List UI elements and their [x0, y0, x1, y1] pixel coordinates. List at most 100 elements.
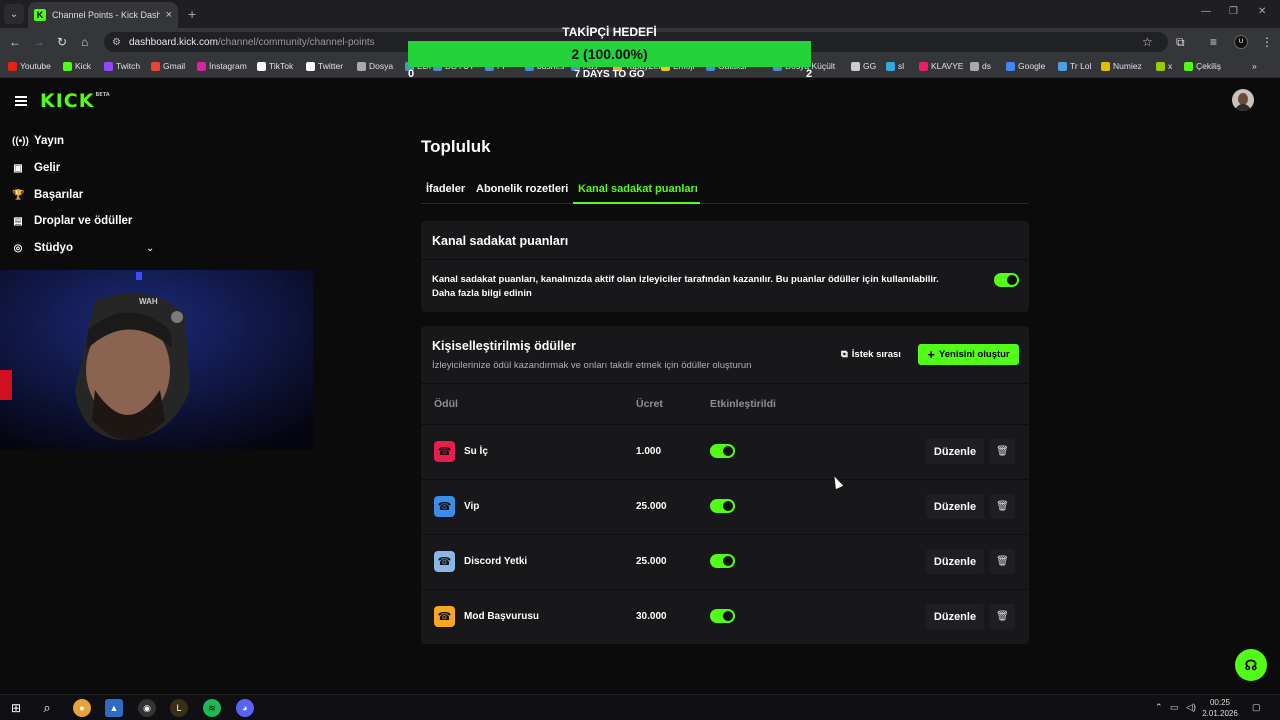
chrome-icon[interactable]: ● — [73, 699, 91, 717]
tab-search-icon[interactable]: ⌄ — [4, 4, 24, 24]
bookmark-item[interactable]: Google — [1006, 61, 1045, 71]
restore-icon[interactable]: ❐ — [1229, 6, 1238, 17]
bookmark-label: İnstagram — [209, 61, 247, 71]
bookmark-item[interactable]: Kick — [63, 61, 91, 71]
notifications-icon[interactable]: ▢ — [1252, 702, 1261, 713]
chevron-down-icon[interactable]: ⌄ — [146, 243, 154, 254]
photos-icon[interactable]: ▲ — [105, 699, 123, 717]
close-window-icon[interactable]: ✕ — [1258, 6, 1266, 17]
loyalty-enabled-toggle[interactable] — [994, 273, 1019, 287]
league-icon[interactable]: L — [170, 699, 188, 717]
request-queue-button[interactable]: ⧉ İstek sırası — [833, 344, 909, 365]
home-icon[interactable]: ⌂ — [81, 35, 88, 49]
bookmark-item[interactable]: ds — [970, 61, 991, 71]
bookmark-item[interactable]: x — [1156, 61, 1172, 71]
trash-icon[interactable]: 🗑 — [990, 549, 1015, 574]
edit-reward-button[interactable]: Düzenle — [926, 549, 984, 574]
reward-name: Vip — [464, 501, 480, 512]
sidebar-item-droplar[interactable]: ▤ Droplar ve ödüller — [12, 215, 132, 227]
new-tab-icon[interactable]: + — [188, 6, 196, 22]
sidebar-item-basarilar[interactable]: 🏆 Başarılar — [12, 189, 83, 201]
tab-close-icon[interactable]: × — [166, 9, 172, 21]
bookmark-item[interactable]: sl — [886, 61, 904, 71]
forward-icon[interactable]: → — [33, 35, 45, 49]
custom-rewards-card: Kişiselleştirilmiş ödüller İzleyicilerin… — [421, 326, 1029, 644]
create-new-reward-button[interactable]: + Yenisini oluştur — [918, 344, 1019, 365]
reward-enabled-toggle[interactable] — [710, 499, 735, 513]
bookmark-item[interactable]: Twitch — [104, 61, 140, 71]
reward-cost: 25.000 — [636, 556, 667, 567]
tray-chevron-icon[interactable]: ⌃ — [1155, 702, 1163, 713]
bookmark-item[interactable]: Youtube — [8, 61, 51, 71]
bookmark-favicon-icon — [306, 61, 315, 71]
divider — [421, 383, 1029, 384]
obs-icon[interactable]: ◉ — [138, 699, 156, 717]
bookmark-item[interactable]: Twitter — [306, 61, 343, 71]
webcam-overlay: WAH — [0, 270, 313, 449]
hamburger-menu-icon[interactable] — [15, 96, 27, 106]
spotify-icon[interactable]: ≋ — [203, 699, 221, 717]
edit-reward-button[interactable]: Düzenle — [926, 494, 984, 519]
bookmark-item[interactable]: TikTok — [257, 61, 293, 71]
edit-reward-button[interactable]: Düzenle — [926, 439, 984, 464]
bookmark-item[interactable]: Tr Lol — [1058, 61, 1091, 71]
kick-logo[interactable]: KICKBETA — [40, 90, 110, 112]
bookmark-label: Tr Lol — [1070, 61, 1092, 71]
trash-icon[interactable]: 🗑 — [990, 439, 1015, 464]
edit-reward-button[interactable]: Düzenle — [926, 604, 984, 629]
sidebar-item-gelir[interactable]: ▣ Gelir — [12, 162, 60, 174]
bookmark-label: Dosya — [369, 61, 394, 71]
volume-icon[interactable]: ◁) — [1186, 702, 1196, 713]
column-header-enabled: Etkinleştirildi — [710, 398, 776, 410]
tab-kanal-sadakat-puanlari[interactable]: Kanal sadakat puanları — [578, 183, 698, 195]
site-info-icon[interactable]: ⚙ — [112, 37, 121, 48]
reward-name: Mod Başvurusu — [464, 611, 540, 622]
community-tabs: İfadeler Abonelik rozetleri Kanal sadaka… — [421, 180, 1029, 204]
minimize-icon[interactable]: — — [1201, 6, 1211, 17]
learn-more-link[interactable]: Daha fazla bilgi edinin — [432, 287, 972, 301]
svg-text:WAH: WAH — [139, 297, 158, 306]
sidebar-item-label: Yayın — [34, 135, 65, 147]
bookmark-item[interactable]: Dosya — [357, 61, 393, 71]
extensions-icon[interactable]: ⧉ — [1176, 35, 1185, 50]
bookmark-item[interactable]: İnstagram — [197, 61, 247, 71]
bookmark-item[interactable]: Gmail — [151, 61, 185, 71]
reward-icon: ☎ — [434, 551, 455, 572]
profile-icon[interactable]: U — [1234, 35, 1248, 49]
column-header-cost: Ücret — [636, 398, 663, 410]
back-icon[interactable]: ← — [9, 35, 21, 49]
tab-ifadeler[interactable]: İfadeler — [426, 183, 465, 195]
windows-start-icon[interactable]: ⊞ — [7, 699, 25, 717]
search-icon[interactable]: ⌕ — [38, 699, 56, 717]
trash-icon[interactable]: 🗑 — [990, 494, 1015, 519]
bookmark-favicon-icon — [919, 61, 928, 71]
trash-icon[interactable]: 🗑 — [990, 604, 1015, 629]
system-clock[interactable]: 00:25 2.01.2026 — [1200, 697, 1240, 719]
bookmark-star-icon[interactable]: ☆ — [1142, 35, 1153, 49]
user-avatar[interactable] — [1232, 89, 1254, 111]
bookmark-item[interactable]: GG — [851, 61, 876, 71]
reading-list-icon[interactable]: ≡ — [1210, 35, 1217, 49]
active-tab-indicator — [573, 202, 700, 204]
bookmark-item[interactable]: KLAVYE — [919, 61, 963, 71]
bookmark-favicon-icon — [257, 61, 266, 71]
reward-enabled-toggle[interactable] — [710, 609, 735, 623]
reward-enabled-toggle[interactable] — [710, 554, 735, 568]
bookmark-favicon-icon — [357, 61, 366, 71]
browser-tab[interactable]: K Channel Points - Kick Dashboard × — [28, 2, 178, 28]
bookmarks-overflow-icon[interactable]: » — [1252, 61, 1257, 71]
bookmark-label: Gmail — [163, 61, 186, 71]
reload-icon[interactable]: ↻ — [57, 35, 67, 49]
bookmark-item[interactable]: Çekiliş — [1184, 61, 1221, 71]
network-icon[interactable]: ▭ — [1170, 702, 1179, 713]
url-text: dashboard.kick.com/channel/community/cha… — [128, 36, 375, 48]
bookmark-item[interactable]: Numiez — [1101, 61, 1142, 71]
sidebar-item-yayin[interactable]: ((•)) Yayın — [12, 135, 64, 147]
tab-abonelik-rozetleri[interactable]: Abonelik rozetleri — [476, 183, 568, 195]
reward-enabled-toggle[interactable] — [710, 444, 735, 458]
menu-dots-icon[interactable]: ⋮ — [1261, 35, 1273, 49]
support-chat-icon[interactable]: ☊ — [1235, 649, 1267, 681]
sidebar-item-studyo[interactable]: ◎ Stüdyo — [12, 242, 73, 254]
discord-icon[interactable]: ◕ — [236, 699, 254, 717]
webcam-image: WAH — [0, 270, 313, 449]
